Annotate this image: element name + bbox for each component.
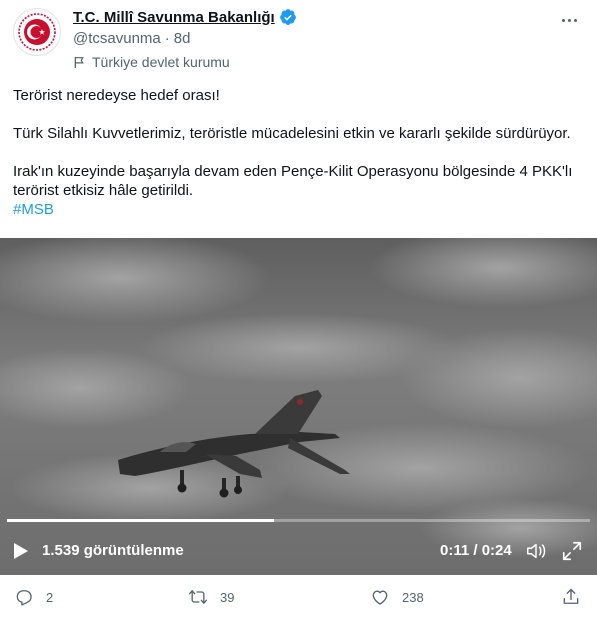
separator: · <box>164 30 170 47</box>
view-count: 1.539 görüntülenme <box>42 542 184 559</box>
video-progress-bar[interactable] <box>7 519 590 522</box>
display-name[interactable]: T.C. Millî Savunma Bakanlığı <box>73 9 275 26</box>
video-progress-fill <box>7 519 275 522</box>
timestamp[interactable]: 8d <box>174 30 191 47</box>
like-count: 238 <box>402 589 424 605</box>
like-button[interactable]: 238 <box>370 587 424 607</box>
msb-emblem-icon <box>18 13 56 51</box>
retweet-icon <box>189 590 207 604</box>
tweet-actions: 2 39 238 <box>0 578 597 618</box>
handle[interactable]: @tcsavunma <box>73 30 161 47</box>
tweet-text: Terörist neredeyse hedef orası! Türk Sil… <box>13 86 583 219</box>
verified-badge-icon <box>279 9 296 25</box>
avatar[interactable] <box>13 8 61 56</box>
tweet-card[interactable]: T.C. Millî Savunma Bakanlığı @tcsavunma … <box>0 0 597 627</box>
reply-button[interactable]: 2 <box>14 587 53 607</box>
tweet-line: Irak'ın kuzeyinde başarıyla devam eden P… <box>13 163 573 180</box>
tweet-header: T.C. Millî Savunma Bakanlığı @tcsavunma … <box>73 7 557 70</box>
fullscreen-icon[interactable] <box>561 540 583 562</box>
retweet-count: 39 <box>220 589 235 605</box>
reply-icon <box>16 590 32 606</box>
play-icon[interactable] <box>13 542 29 560</box>
retweet-button[interactable]: 39 <box>188 587 234 607</box>
video-time: 0:11 / 0:24 <box>440 542 512 559</box>
tweet-line: Türk Silahlı Kuvvetlerimiz, teröristle m… <box>13 125 571 142</box>
hashtag-link[interactable]: #MSB <box>13 201 54 218</box>
reply-count: 2 <box>46 589 54 605</box>
tweet-line: Terörist neredeyse hedef orası! <box>13 87 220 104</box>
tweet-line: terörist etkisiz hâle getirildi. <box>13 182 194 199</box>
share-button[interactable] <box>561 587 581 607</box>
video-player[interactable]: 1.539 görüntülenme 0:11 / 0:24 <box>0 238 597 575</box>
video-controls: 1.539 görüntülenme 0:11 / 0:24 <box>0 528 597 572</box>
video-frame <box>0 238 597 575</box>
share-icon <box>563 588 579 604</box>
more-icon[interactable] <box>557 10 581 30</box>
like-icon <box>372 590 388 605</box>
flag-icon <box>74 56 84 68</box>
account-label: Türkiye devlet kurumu <box>92 54 230 70</box>
volume-icon[interactable] <box>525 540 547 562</box>
